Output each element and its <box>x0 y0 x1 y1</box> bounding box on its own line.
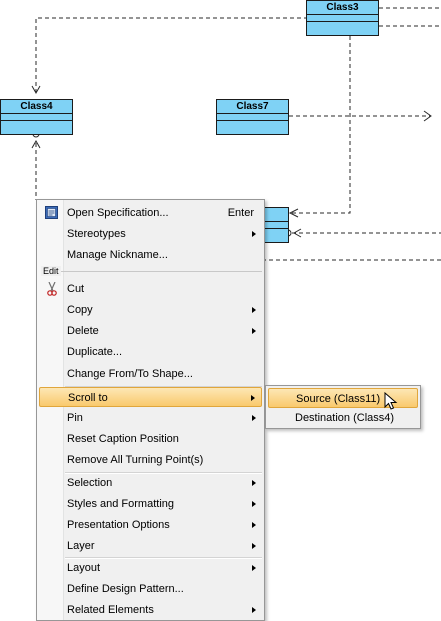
submenu-arrow-icon <box>252 231 256 237</box>
class11-name <box>263 208 288 222</box>
diagram-canvas[interactable]: Class3 Class4 Class7 Open Specification.… <box>0 0 441 621</box>
menu-item-open-specification[interactable]: Open Specification... Enter <box>39 203 262 223</box>
menu-item-layout[interactable]: Layout <box>39 558 262 578</box>
submenu-item-destination[interactable]: Destination (Class4) <box>268 408 418 428</box>
class4-box[interactable]: Class4 <box>0 99 73 135</box>
menu-item-stereotypes[interactable]: Stereotypes <box>39 224 262 244</box>
menu-item-label: Scroll to <box>68 392 108 404</box>
menu-item-label: Copy <box>67 304 93 316</box>
connector-class3-to-class11 <box>290 36 351 214</box>
menu-item-manage-nickname[interactable]: Manage Nickname... <box>39 245 262 265</box>
menu-item-label: Remove All Turning Point(s) <box>67 454 204 466</box>
menu-item-label: Define Design Pattern... <box>67 583 184 595</box>
class3-box[interactable]: Class3 <box>306 0 379 36</box>
menu-item-label: Reset Caption Position <box>67 433 179 445</box>
class11-box[interactable] <box>262 207 289 243</box>
menu-item-remove-all-turning-points[interactable]: Remove All Turning Point(s) <box>39 450 262 470</box>
menu-item-label: Presentation Options <box>67 519 170 531</box>
class11-attributes <box>263 222 288 229</box>
menu-item-label: Open Specification... <box>67 207 169 219</box>
submenu-arrow-icon <box>252 522 256 528</box>
menu-item-label: Change From/To Shape... <box>67 368 193 380</box>
menu-item-label: Delete <box>67 325 99 337</box>
menu-item-label: Cut <box>67 283 85 295</box>
menu-item-layer[interactable]: Layer <box>39 536 262 556</box>
submenu-arrow-icon <box>252 328 256 334</box>
menu-item-label: Layer <box>67 540 95 552</box>
submenu-arrow-icon <box>252 415 256 421</box>
menu-item-delete[interactable]: Delete <box>39 321 262 341</box>
menu-item-presentation-options[interactable]: Presentation Options <box>39 515 262 535</box>
submenu-arrow-icon <box>252 501 256 507</box>
submenu-arrow-icon <box>252 480 256 486</box>
menu-item-selection[interactable]: Selection <box>39 473 262 493</box>
scroll-to-submenu: Source (Class11) Destination (Class4) <box>265 385 421 429</box>
menu-item-label: Stereotypes <box>67 228 126 240</box>
context-menu: Open Specification... Enter Stereotypes … <box>36 199 265 621</box>
group-divider <box>41 271 262 272</box>
menu-item-label: Styles and Formatting <box>67 498 174 510</box>
menu-group-edit: Edit <box>41 265 262 277</box>
class7-attributes <box>217 114 288 121</box>
menu-item-define-design-pattern[interactable]: Define Design Pattern... <box>39 579 262 599</box>
menu-item-related-elements[interactable]: Related Elements <box>39 600 262 620</box>
menu-item-label: Manage Nickname... <box>67 249 168 261</box>
submenu-arrow-icon <box>251 395 255 401</box>
menu-item-pin[interactable]: Pin <box>39 408 262 428</box>
class7-box[interactable]: Class7 <box>216 99 289 135</box>
menu-item-duplicate[interactable]: Duplicate... <box>39 342 262 362</box>
menu-item-label: Layout <box>67 562 101 574</box>
class4-name: Class4 <box>1 100 72 114</box>
menu-item-cut[interactable]: Cut <box>39 279 262 299</box>
submenu-arrow-icon <box>252 565 256 571</box>
menu-item-styles-and-formatting[interactable]: Styles and Formatting <box>39 494 262 514</box>
class4-attributes <box>1 114 72 121</box>
menu-item-label: Pin <box>67 412 83 424</box>
connector-class4-to-class3 <box>35 17 306 93</box>
menu-item-scroll-to[interactable]: Scroll to <box>39 387 262 407</box>
menu-item-change-from-to-shape[interactable]: Change From/To Shape... <box>39 364 262 384</box>
scissors-icon <box>47 282 57 296</box>
menu-item-shortcut: Enter <box>227 207 254 219</box>
menu-item-label: Selection <box>67 477 113 489</box>
class3-attributes <box>307 15 378 22</box>
specification-icon <box>45 206 58 219</box>
class7-name: Class7 <box>217 100 288 114</box>
class3-name: Class3 <box>307 1 378 15</box>
submenu-arrow-icon <box>252 607 256 613</box>
submenu-item-label: Destination (Class4) <box>295 412 395 424</box>
menu-item-label: Related Elements <box>67 604 154 616</box>
menu-item-label: Duplicate... <box>67 346 123 358</box>
submenu-arrow-icon <box>252 307 256 313</box>
menu-item-reset-caption-position[interactable]: Reset Caption Position <box>39 429 262 449</box>
submenu-arrow-icon <box>252 543 256 549</box>
submenu-item-label: Source (Class11) <box>296 393 381 405</box>
menu-group-label: Edit <box>41 266 61 276</box>
submenu-item-source[interactable]: Source (Class11) <box>268 388 418 408</box>
menu-item-copy[interactable]: Copy <box>39 300 262 320</box>
